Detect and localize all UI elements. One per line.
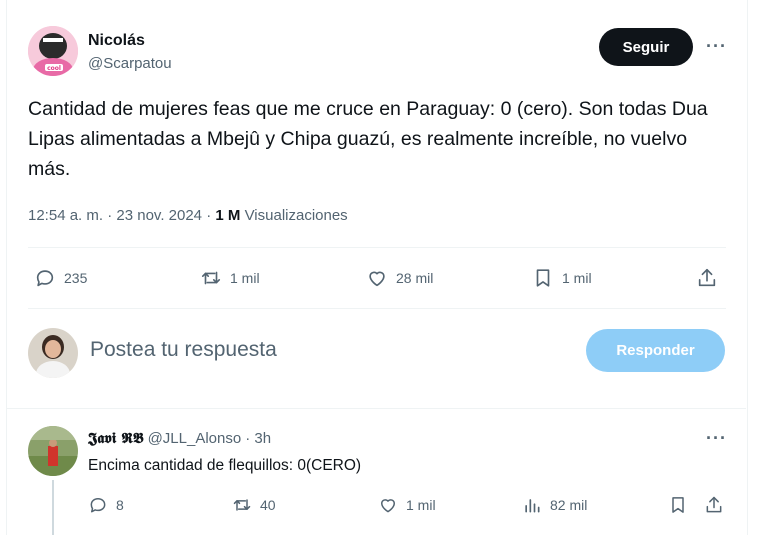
reply-bookmark-action[interactable] [668, 495, 688, 515]
follow-button[interactable]: Seguir [599, 28, 693, 66]
reply-like-count: 1 mil [406, 497, 436, 513]
heart-icon [369, 271, 385, 287]
author-handle[interactable]: @Scarpatou [88, 55, 172, 72]
bookmark-count: 1 mil [562, 270, 592, 286]
reply-author-name[interactable]: 𝕵𝖆𝖛𝖎 𝕽𝕭 [88, 429, 144, 447]
tweet-date[interactable]: 23 nov. 2024 [116, 207, 202, 224]
reply-reply-action[interactable]: 8 [88, 495, 124, 515]
like-action[interactable]: 28 mil [366, 267, 433, 289]
reply-more-options-icon[interactable]: ··· [706, 428, 727, 449]
retweet-icon [233, 499, 251, 511]
reply-text: Encima cantidad de flequillos: 0(CERO) [88, 457, 362, 474]
reply-count: 235 [64, 270, 88, 286]
reply-like-action[interactable]: 1 mil [378, 495, 436, 515]
reply-retweet-action[interactable]: 40 [232, 495, 276, 515]
share-icon [698, 268, 716, 287]
meta-separator: · [107, 207, 113, 224]
bookmark-action[interactable]: 1 mil [532, 267, 592, 289]
meta-separator: · [206, 207, 212, 224]
reply-retweet-count: 40 [260, 497, 276, 513]
svg-text:cool: cool [47, 65, 61, 72]
tweet-meta: 12:54 a. m. · 23 nov. 2024 · 1 M Visuali… [28, 207, 348, 224]
reply-action[interactable]: 235 [34, 267, 87, 289]
reply-button[interactable]: Responder [586, 329, 725, 372]
author-name[interactable]: Nicolás [88, 32, 145, 50]
tweet-text: Cantidad de mujeres feas que me cruce en… [28, 98, 708, 180]
retweet-count: 1 mil [230, 270, 260, 286]
views-label: Visualizaciones [244, 207, 348, 224]
user-avatar[interactable] [28, 328, 78, 378]
reply-author-avatar[interactable] [28, 426, 78, 476]
reply-author-handle[interactable]: @JLL_Alonso [148, 430, 242, 447]
analytics-icon [525, 499, 540, 513]
divider [28, 308, 726, 309]
reply-share-action[interactable] [704, 495, 724, 515]
author-avatar[interactable]: cool [28, 26, 78, 76]
reply-icon [90, 498, 106, 513]
reply-time[interactable]: · 3h [245, 430, 271, 447]
reply-header: 𝕵𝖆𝖛𝖎 𝕽𝕭 @JLL_Alonso · 3h [88, 429, 271, 447]
divider [28, 247, 726, 248]
reply-views-count: 82 mil [550, 497, 588, 513]
share-action[interactable] [696, 267, 718, 289]
views-count: 1 M [215, 207, 241, 224]
reply-icon [36, 270, 54, 287]
share-icon [706, 496, 722, 513]
section-divider [7, 408, 746, 409]
retweet-icon [201, 271, 221, 285]
like-count: 28 mil [396, 270, 434, 286]
bookmark-icon [672, 497, 684, 513]
more-options-icon[interactable]: ··· [706, 36, 727, 57]
heart-icon [381, 499, 395, 513]
retweet-action[interactable]: 1 mil [200, 267, 260, 289]
bookmark-icon [536, 269, 550, 287]
reply-views-action[interactable]: 82 mil [522, 495, 587, 515]
thread-line [52, 480, 54, 535]
tweet-time[interactable]: 12:54 a. m. [28, 207, 103, 224]
reply-input[interactable]: Postea tu respuesta [90, 338, 277, 362]
reply-reply-count: 8 [116, 497, 124, 513]
